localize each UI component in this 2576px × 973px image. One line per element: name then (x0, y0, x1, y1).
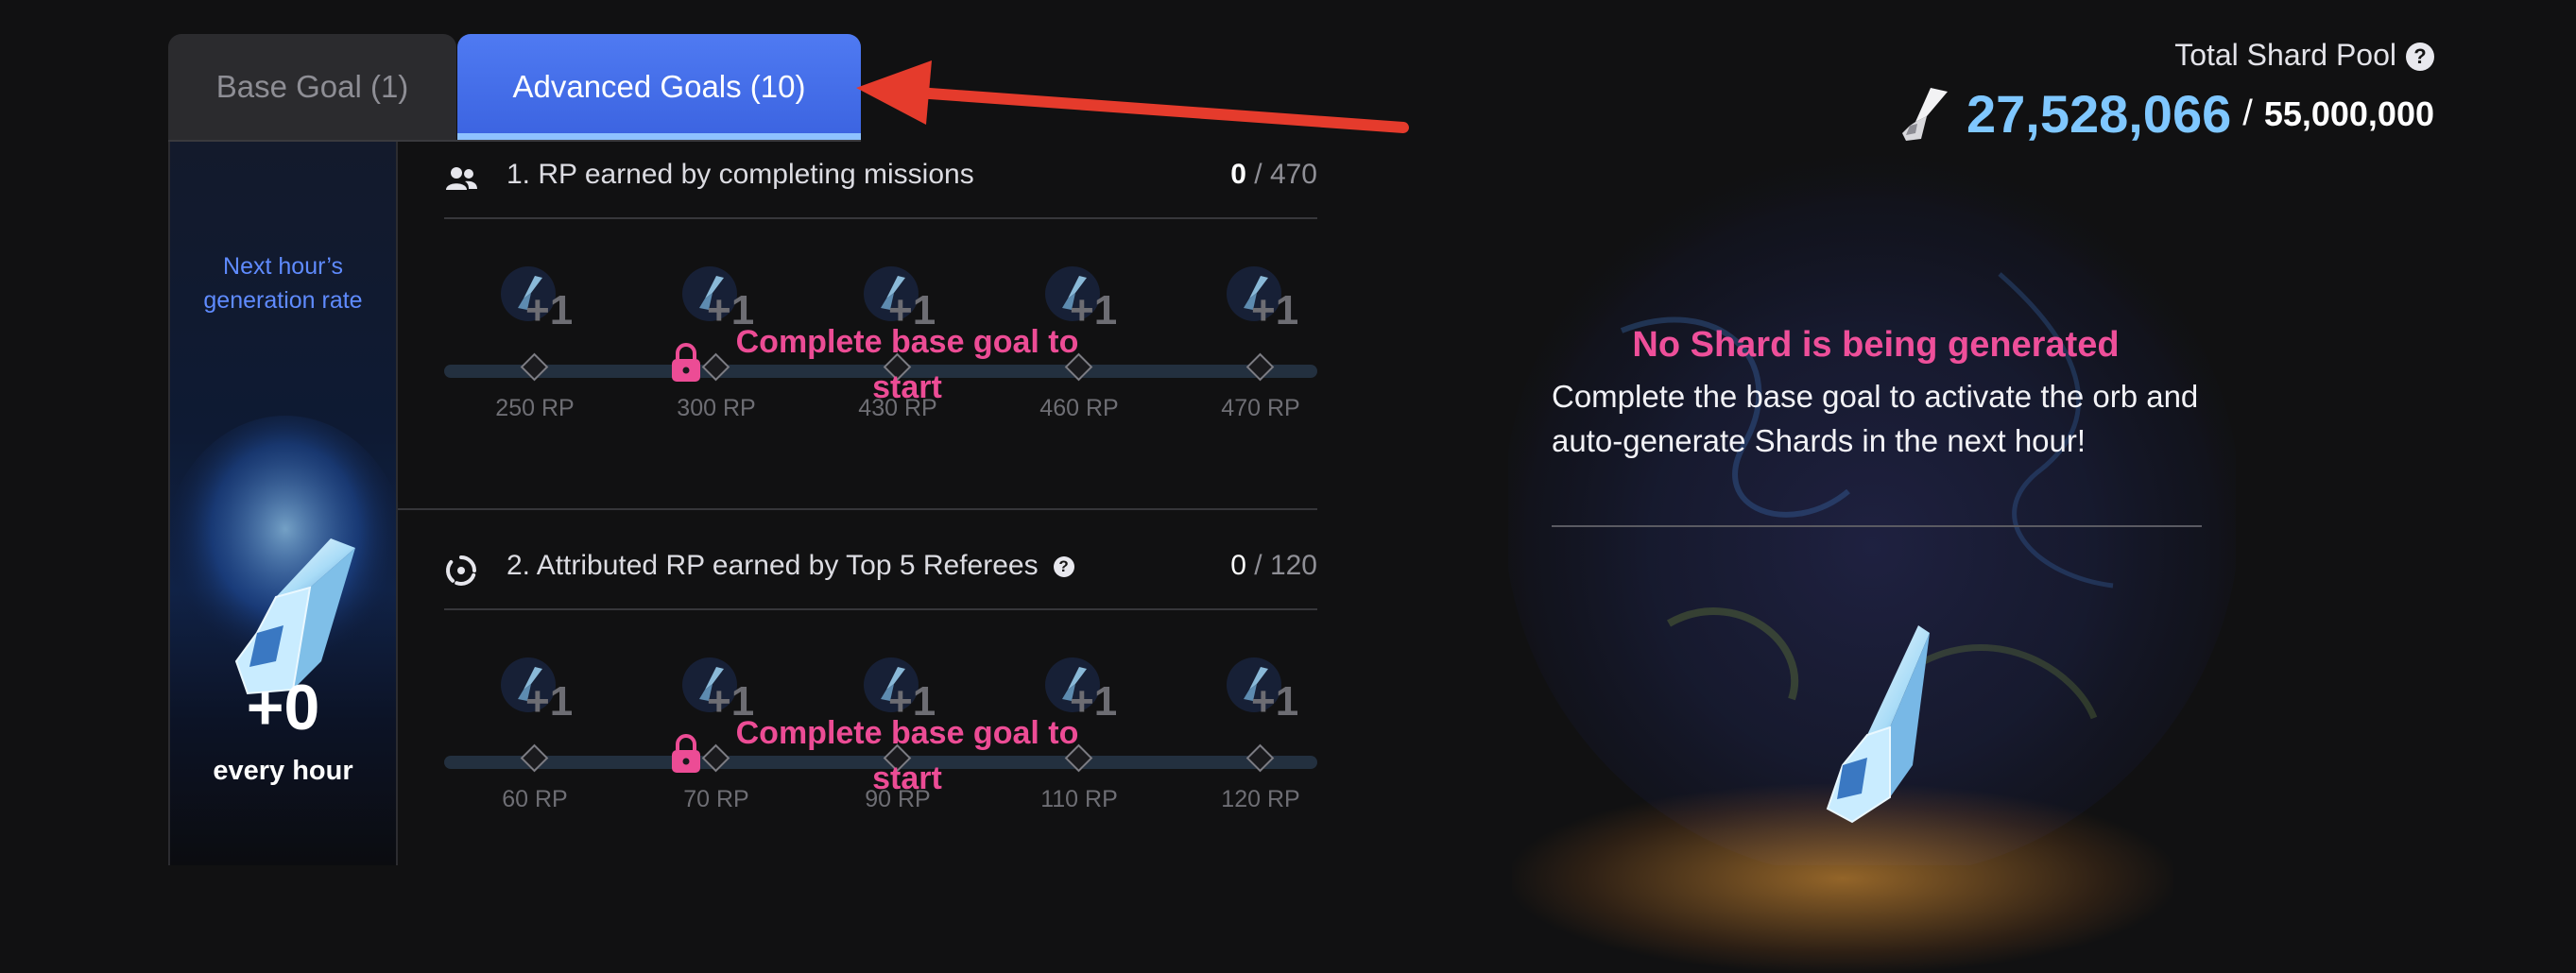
goal-progress: 0 / 470 (1230, 159, 1317, 191)
orb-status-title: No Shard is being generated (1632, 325, 2120, 365)
orb-divider (1552, 525, 2202, 527)
goal-section-1: 1. RP earned by completing missions 0 / … (444, 142, 1317, 501)
shard-crystal-icon (1826, 625, 1930, 824)
lock-icon (672, 343, 700, 382)
goal-progress-target: 120 (1269, 550, 1317, 581)
milestone-marker (1245, 352, 1275, 382)
goal-progress: 0 / 120 (1230, 550, 1317, 582)
goal-progress-target: 470 (1269, 159, 1317, 190)
goal-progress-separator: / (1245, 550, 1270, 581)
milestone: +1 470 RP (1185, 265, 1336, 453)
goal-progress-separator: / (1245, 159, 1270, 190)
goal-header: 1. RP earned by completing missions 0 / … (444, 142, 1317, 219)
shard-pool-label: Total Shard Pool? (2174, 38, 2434, 73)
shard-pool-max: 55,000,000 (2263, 94, 2434, 133)
goal-header: 2. Attributed RP earned by Top 5 Referee… (444, 533, 1317, 610)
goal-title: 2. Attributed RP earned by Top 5 Referee… (507, 550, 1074, 582)
milestone-marker (520, 352, 549, 382)
goal-progress-current: 0 (1230, 550, 1246, 581)
help-icon[interactable]: ? (2406, 43, 2434, 71)
milestone-reward: +1 (525, 678, 574, 725)
generation-rate-label: Next hour’s generation rate (203, 253, 363, 314)
milestone-label: 120 RP (1221, 786, 1300, 812)
milestone-label: 250 RP (495, 395, 575, 421)
milestone: +1 120 RP (1185, 656, 1336, 845)
goal-section-2: 2. Attributed RP earned by Top 5 Referee… (444, 533, 1317, 865)
tab-advanced-goals-label: Advanced Goals (10) (512, 69, 806, 104)
milestone: +1 250 RP (459, 265, 610, 453)
milestone-label: 470 RP (1221, 395, 1300, 421)
tab-base-goal-label: Base Goal (1) (215, 69, 409, 104)
users-icon (446, 167, 477, 190)
milestone-label: 60 RP (502, 786, 568, 812)
tab-advanced-goals[interactable]: Advanced Goals (10) (457, 34, 861, 140)
generation-rate-unit: every hour (213, 756, 353, 786)
milestone-reward: +1 (525, 287, 574, 333)
help-icon[interactable]: ? (1053, 556, 1074, 577)
milestone: +1 60 RP (459, 656, 610, 845)
swirl-icon (446, 555, 476, 586)
goal-title-text: 2. Attributed RP earned by Top 5 Referee… (507, 550, 1039, 581)
goal-progress-current: 0 (1230, 159, 1246, 190)
milestone-marker (1245, 743, 1275, 773)
milestone-reward: +1 (1251, 287, 1299, 333)
shard-pool-label-text: Total Shard Pool (2174, 38, 2396, 72)
milestone-reward: +1 (1251, 678, 1299, 725)
tab-base-goal[interactable]: Base Goal (1) (168, 34, 456, 140)
lock-icon (672, 734, 700, 773)
goal-title: 1. RP earned by completing missions (507, 159, 974, 190)
section-divider (398, 508, 1317, 510)
generation-rate-value: +0 (246, 672, 320, 743)
locked-message: Complete base goal to start (735, 324, 1079, 405)
locked-message: Complete base goal to start (735, 715, 1079, 796)
milestone-marker (520, 743, 549, 773)
orb-status-text: Complete the base goal to activate the o… (1552, 379, 2199, 458)
shard-pool-separator: / (2242, 94, 2253, 133)
generation-rate-panel: Next hour’s generation rate +0 every hou… (168, 142, 400, 865)
